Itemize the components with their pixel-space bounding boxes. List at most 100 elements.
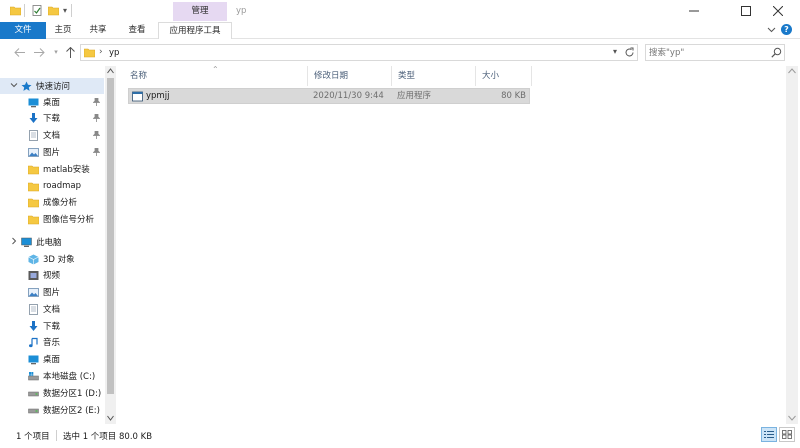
- column-type-label: 类型: [398, 71, 416, 81]
- sidebar-item-drive-e[interactable]: 数据分区2 (E:): [0, 402, 105, 418]
- sidebar-item-pictures[interactable]: 图片: [0, 144, 105, 160]
- sidebar-item-label: 数据分区1 (D:): [43, 389, 102, 399]
- pin-icon[interactable]: [93, 148, 100, 156]
- sidebar-item-videos[interactable]: 视频: [0, 267, 105, 283]
- sidebar-item-label: 桌面: [43, 355, 61, 365]
- up-button[interactable]: [63, 45, 77, 59]
- sidebar-item-roadmap[interactable]: roadmap: [0, 178, 105, 194]
- sidebar-item-imaging-analysis[interactable]: 成像分析: [0, 194, 105, 210]
- tab-home[interactable]: 主页: [46, 22, 80, 39]
- refresh-icon[interactable]: [624, 47, 635, 58]
- sidebar-item-downloads-pc[interactable]: 下载: [0, 318, 105, 334]
- address-history-icon[interactable]: ▾: [613, 47, 617, 56]
- star-icon: [21, 81, 32, 92]
- expand-ribbon-icon[interactable]: [767, 25, 776, 34]
- breadcrumb[interactable]: yp: [109, 48, 119, 58]
- sidebar-item-label: 文档: [43, 131, 61, 141]
- desktop-icon: [28, 354, 39, 365]
- sidebar-item-label: 音乐: [43, 338, 61, 348]
- windows-drive-icon: [28, 371, 39, 382]
- sidebar-item-label: 下载: [43, 114, 61, 124]
- recent-locations-icon[interactable]: ▾: [49, 45, 63, 59]
- window-title: yp: [236, 6, 247, 16]
- sidebar-item-drive-c[interactable]: 本地磁盘 (C:): [0, 368, 105, 384]
- sidebar-item-3d-objects[interactable]: 3D 对象: [0, 251, 105, 267]
- folder-icon: [28, 164, 39, 175]
- folder-icon: [28, 197, 39, 208]
- back-button[interactable]: [12, 45, 26, 59]
- tab-application-tools[interactable]: 应用程序工具: [158, 22, 232, 39]
- sidebar-item-drive-d[interactable]: 数据分区1 (D:): [0, 385, 105, 401]
- file-name[interactable]: ypmjj: [146, 89, 169, 105]
- sidebar-item-label: matlab安装: [43, 165, 90, 175]
- sidebar-item-label: 下载: [43, 322, 61, 332]
- address-bar[interactable]: › yp ▾: [80, 44, 638, 61]
- minimize-button[interactable]: [672, 0, 716, 22]
- download-icon: [28, 320, 39, 332]
- sidebar-item-music[interactable]: 音乐: [0, 334, 105, 350]
- properties-icon[interactable]: [32, 5, 43, 16]
- sidebar-item-label: 视频: [43, 271, 61, 281]
- details-view-button[interactable]: [761, 427, 777, 442]
- table-row[interactable]: ypmjj 2020/11/30 9:44 应用程序 80 KB: [128, 88, 530, 104]
- sidebar-item-pictures-pc[interactable]: 图片: [0, 284, 105, 300]
- column-header-date[interactable]: 修改日期: [308, 66, 392, 86]
- sidebar-this-pc[interactable]: 此电脑: [0, 234, 105, 250]
- folder-icon: [28, 181, 39, 192]
- forward-button[interactable]: [32, 45, 46, 59]
- picture-icon: [28, 147, 39, 158]
- customize-quick-access-icon[interactable]: ▾: [63, 6, 67, 15]
- breadcrumb-separator[interactable]: ›: [99, 47, 103, 57]
- sort-ascending-icon: ⌃: [212, 65, 219, 74]
- pin-icon[interactable]: [93, 131, 100, 139]
- folder-icon: [10, 5, 21, 16]
- sidebar-item-desktop[interactable]: 桌面: [0, 94, 105, 110]
- scroll-down-icon[interactable]: [107, 415, 114, 421]
- address-row: ▾ › yp ▾: [0, 40, 800, 64]
- content-scrollbar[interactable]: [786, 66, 798, 424]
- tab-file[interactable]: 文件: [0, 22, 46, 39]
- folder-icon: [84, 47, 95, 58]
- sidebar-item-label: 图片: [43, 148, 61, 158]
- chevron-right-icon[interactable]: [10, 237, 18, 248]
- sidebar-item-documents-pc[interactable]: 文档: [0, 301, 105, 317]
- sidebar-item-documents[interactable]: 文档: [0, 127, 105, 143]
- navigation-scrollbar[interactable]: [105, 66, 116, 424]
- sidebar-item-label: 此电脑: [36, 238, 62, 248]
- sidebar-item-image-signal-analysis[interactable]: 图像信号分析: [0, 211, 105, 227]
- large-icons-view-button[interactable]: [779, 427, 795, 442]
- close-button[interactable]: [756, 0, 800, 22]
- sidebar-item-label: 图像信号分析: [43, 215, 95, 225]
- document-icon: [28, 129, 39, 141]
- search-input[interactable]: [649, 46, 767, 59]
- tab-share[interactable]: 共享: [80, 22, 116, 39]
- column-header-size[interactable]: 大小: [476, 66, 532, 86]
- sidebar-item-downloads[interactable]: 下载: [0, 110, 105, 126]
- divider: [71, 4, 72, 17]
- pin-icon[interactable]: [93, 114, 100, 122]
- sidebar-item-desktop-pc[interactable]: 桌面: [0, 351, 105, 367]
- drive-icon: [28, 388, 39, 399]
- chevron-down-icon[interactable]: [10, 81, 18, 92]
- scroll-up-icon[interactable]: [107, 68, 114, 74]
- new-folder-icon[interactable]: [48, 5, 59, 16]
- document-icon: [28, 303, 39, 315]
- drive-icon: [28, 405, 39, 416]
- scroll-thumb[interactable]: [107, 78, 114, 394]
- help-icon[interactable]: ?: [781, 24, 792, 35]
- search-icon[interactable]: [771, 47, 782, 58]
- sidebar-item-label: 图片: [43, 288, 61, 298]
- column-header-name[interactable]: 名称 ⌃: [124, 65, 308, 86]
- column-header-type[interactable]: 类型: [392, 66, 476, 86]
- sidebar-quick-access[interactable]: 快速访问: [0, 78, 104, 94]
- scroll-up-icon[interactable]: [788, 68, 796, 74]
- tab-view[interactable]: 查看: [116, 22, 158, 39]
- sidebar-item-label: 数据分区2 (E:): [43, 406, 100, 416]
- sidebar-item-matlab[interactable]: matlab安装: [0, 161, 105, 177]
- sidebar-item-label: 3D 对象: [43, 255, 75, 265]
- scroll-down-icon[interactable]: [788, 415, 796, 421]
- pin-icon[interactable]: [93, 98, 100, 106]
- sidebar-item-label: 成像分析: [43, 198, 78, 208]
- music-icon: [28, 337, 39, 348]
- search-box[interactable]: [645, 44, 785, 61]
